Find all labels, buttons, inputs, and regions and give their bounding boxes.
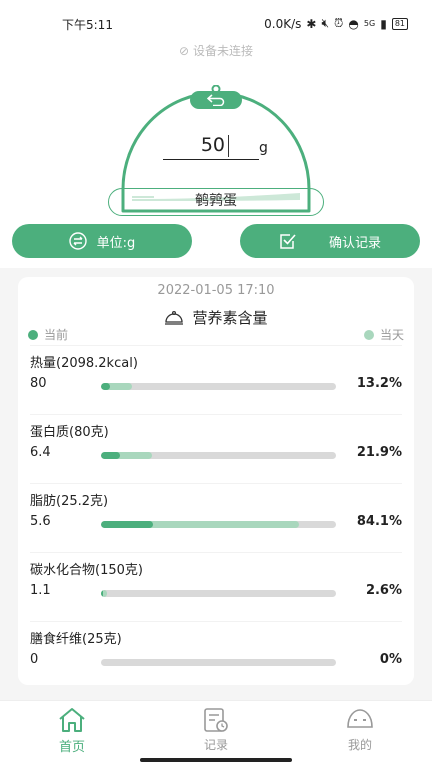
unit-switch-button[interactable]: 单位:g (12, 224, 192, 258)
legend-day: 当天 (363, 326, 404, 343)
network-type: 5G (363, 19, 376, 28)
battery-icon: 81 (391, 17, 408, 30)
now-fill (101, 521, 154, 528)
legend-now: 当前 (28, 326, 68, 343)
nutrient-name: 热量(2098.2kcal) (30, 356, 138, 371)
legend-day-dot (363, 329, 374, 340)
nutrient-row: 热量(2098.2kcal) 80 13.2% (30, 345, 402, 414)
checkbox-icon (280, 234, 296, 249)
nutrient-percent: 84.1% (356, 514, 402, 529)
link-icon: ⊘ (179, 44, 190, 58)
device-status[interactable]: ⊘ 设备未连接 (0, 42, 432, 59)
nutrient-row: 脂肪(25.2克) 5.6 84.1% (30, 483, 402, 552)
legend-now-dot (28, 329, 38, 340)
nutrient-value: 1.1 (30, 583, 51, 598)
record-datetime: 2022-01-05 17:10 (157, 283, 275, 298)
nutrient-row: 膳食纤维(25克) 0 0% (30, 621, 402, 690)
status-icons: 0.0K/s ✱ 🔇︎ ⏰︎ ◓ 5G ▮ 81 (264, 16, 408, 31)
nutrient-percent: 2.6% (365, 583, 402, 598)
nutrient-progress-bar (101, 521, 336, 528)
nutrient-value: 5.6 (30, 514, 51, 529)
face-icon (347, 709, 373, 728)
weight-value: 50 (200, 134, 225, 156)
nutrient-card: 2022-01-05 17:10 营养素含量 当前 当天 热量(2098.2kc… (18, 277, 414, 685)
nav-records[interactable]: 记录 (166, 707, 266, 753)
food-name-button[interactable]: 鹌鹑蛋 (108, 188, 324, 216)
undo-button[interactable] (190, 91, 242, 109)
nav-mine-label: 我的 (347, 738, 372, 752)
unit-switch-label: 单位:g (96, 235, 136, 251)
nutrient-value: 80 (30, 376, 47, 391)
nutrient-name: 脂肪(25.2克) (30, 494, 109, 509)
text-cursor (228, 135, 229, 157)
status-bar: 下午5:11 0.0K/s ✱ 🔇︎ ⏰︎ ◓ 5G ▮ 81 (0, 0, 432, 34)
nutrient-row: 蛋白质(80克) 6.4 21.9% (30, 414, 402, 483)
nav-home[interactable]: 首页 (22, 707, 122, 755)
now-fill (101, 452, 120, 459)
nav-home-label: 首页 (58, 740, 85, 755)
home-icon (59, 708, 85, 732)
nutrient-percent: 0% (379, 652, 402, 667)
nutrient-progress-bar (101, 383, 336, 390)
weight-unit: g (259, 140, 268, 156)
nutrient-progress-bar (101, 659, 336, 666)
bluetooth-icon: ✱ (306, 16, 317, 31)
net-speed: 0.0K/s (264, 16, 302, 31)
weight-input[interactable]: 50 (163, 134, 259, 160)
legend-day-label: 当天 (379, 328, 404, 342)
card-title: 营养素含量 (18, 307, 414, 328)
nutrient-percent: 21.9% (356, 445, 402, 460)
nav-records-label: 记录 (203, 738, 228, 752)
confirm-record-button[interactable]: 确认记录 (240, 224, 420, 258)
switch-icon (68, 232, 87, 250)
nutrient-name: 碳水化合物(150克) (30, 563, 143, 578)
record-icon (204, 708, 228, 732)
signal-icon: ▮ (380, 16, 387, 31)
legend-now-label: 当前 (44, 328, 69, 342)
nutrient-progress-bar (101, 452, 336, 459)
confirm-record-label: 确认记录 (328, 235, 381, 251)
nutrient-name: 蛋白质(80克) (30, 425, 109, 440)
nutrient-name: 膳食纤维(25克) (30, 632, 122, 647)
alarm-icon: ⏰︎ (334, 16, 344, 30)
now-fill (101, 590, 103, 597)
device-status-text: 设备未连接 (192, 44, 253, 58)
nutrient-percent: 13.2% (356, 376, 402, 391)
home-indicator (140, 758, 292, 762)
undo-icon (207, 94, 225, 106)
card-title-text: 营养素含量 (192, 309, 268, 327)
mute-icon: 🔇︎ (321, 16, 330, 30)
scale-panel: ⊘ 设备未连接 50 g 鹌鹑蛋 单位:g 确认记录 (0, 34, 432, 268)
nutrient-value: 0 (30, 652, 39, 667)
nutrient-value: 6.4 (30, 445, 51, 460)
nutrient-progress-bar (101, 590, 336, 597)
nutrient-row: 碳水化合物(150克) 1.1 2.6% (30, 552, 402, 621)
status-time: 下午5:11 (62, 18, 113, 32)
nav-mine[interactable]: 我的 (310, 707, 410, 753)
now-fill (101, 383, 110, 390)
wifi-icon: ◓ (348, 16, 359, 31)
cloche-icon (165, 310, 184, 325)
